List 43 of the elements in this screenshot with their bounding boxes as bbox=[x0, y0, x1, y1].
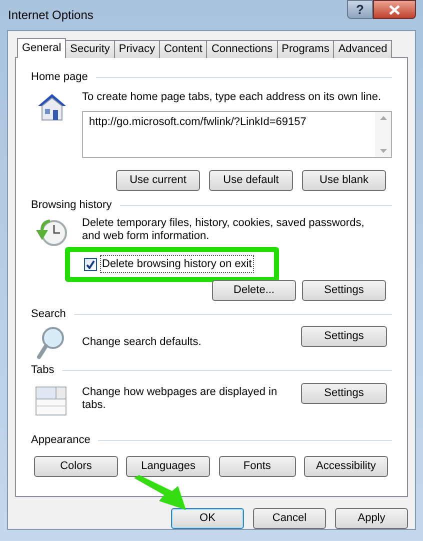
scrollbar[interactable] bbox=[375, 112, 391, 156]
scroll-up-icon bbox=[380, 116, 386, 120]
tab[interactable]: Privacy bbox=[114, 40, 160, 58]
section-title: Home page bbox=[31, 70, 88, 85]
home-page-field[interactable]: http://go.microsoft.com/fwlink/?LinkId=69157 bbox=[82, 110, 392, 158]
help-button[interactable]: ? bbox=[347, 0, 373, 19]
dialog-button[interactable]: Accessibility bbox=[304, 456, 388, 476]
dialog-button[interactable]: Languages bbox=[126, 456, 210, 476]
section-title: Search bbox=[31, 307, 66, 322]
scroll-down-icon bbox=[380, 148, 386, 152]
tab[interactable]: General bbox=[17, 38, 66, 58]
dialog-button[interactable]: Delete... bbox=[212, 280, 296, 300]
tab[interactable]: Advanced bbox=[333, 40, 392, 58]
dialog-button[interactable]: Colors bbox=[34, 456, 118, 476]
checkbox[interactable] bbox=[84, 258, 97, 270]
dialog-button[interactable]: OK bbox=[171, 508, 244, 529]
tab[interactable]: Content bbox=[158, 40, 208, 58]
section-title: Appearance bbox=[31, 433, 90, 448]
dialog-button[interactable]: Apply bbox=[335, 508, 408, 529]
description: To create home page tabs, type each address on its own line. bbox=[82, 90, 382, 105]
dialog-button[interactable]: Settings bbox=[302, 280, 386, 300]
section-title: Tabs bbox=[31, 363, 54, 378]
checkmark-icon bbox=[86, 260, 95, 268]
close-button[interactable] bbox=[373, 0, 416, 19]
tab[interactable]: Programs bbox=[276, 40, 334, 58]
magnifier-icon bbox=[37, 326, 65, 360]
dialog-button[interactable]: Settings bbox=[301, 326, 387, 346]
window-title: Internet Options bbox=[7, 7, 94, 24]
description: Change search defaults. bbox=[82, 334, 202, 350]
tab[interactable]: Connections bbox=[206, 40, 278, 58]
tabs-window-icon bbox=[35, 386, 67, 416]
description: Change how webpages are displayed in tabs. bbox=[82, 384, 278, 412]
description: Delete temporary files, history, cookies, saved passwords, and web form information. bbox=[82, 216, 366, 244]
dialog-button[interactable]: Use default bbox=[209, 170, 293, 190]
dialog-button[interactable]: Cancel bbox=[253, 508, 326, 529]
dialog-button[interactable]: Fonts bbox=[218, 456, 296, 476]
house-icon bbox=[36, 92, 68, 122]
section-title: Browsing history bbox=[31, 198, 112, 214]
dialog-button[interactable]: Settings bbox=[301, 382, 387, 404]
dialog-button[interactable]: Use blank bbox=[302, 170, 386, 190]
tab[interactable]: Security bbox=[65, 40, 115, 58]
close-icon bbox=[389, 4, 400, 14]
dialog-button[interactable]: Use current bbox=[116, 170, 200, 190]
